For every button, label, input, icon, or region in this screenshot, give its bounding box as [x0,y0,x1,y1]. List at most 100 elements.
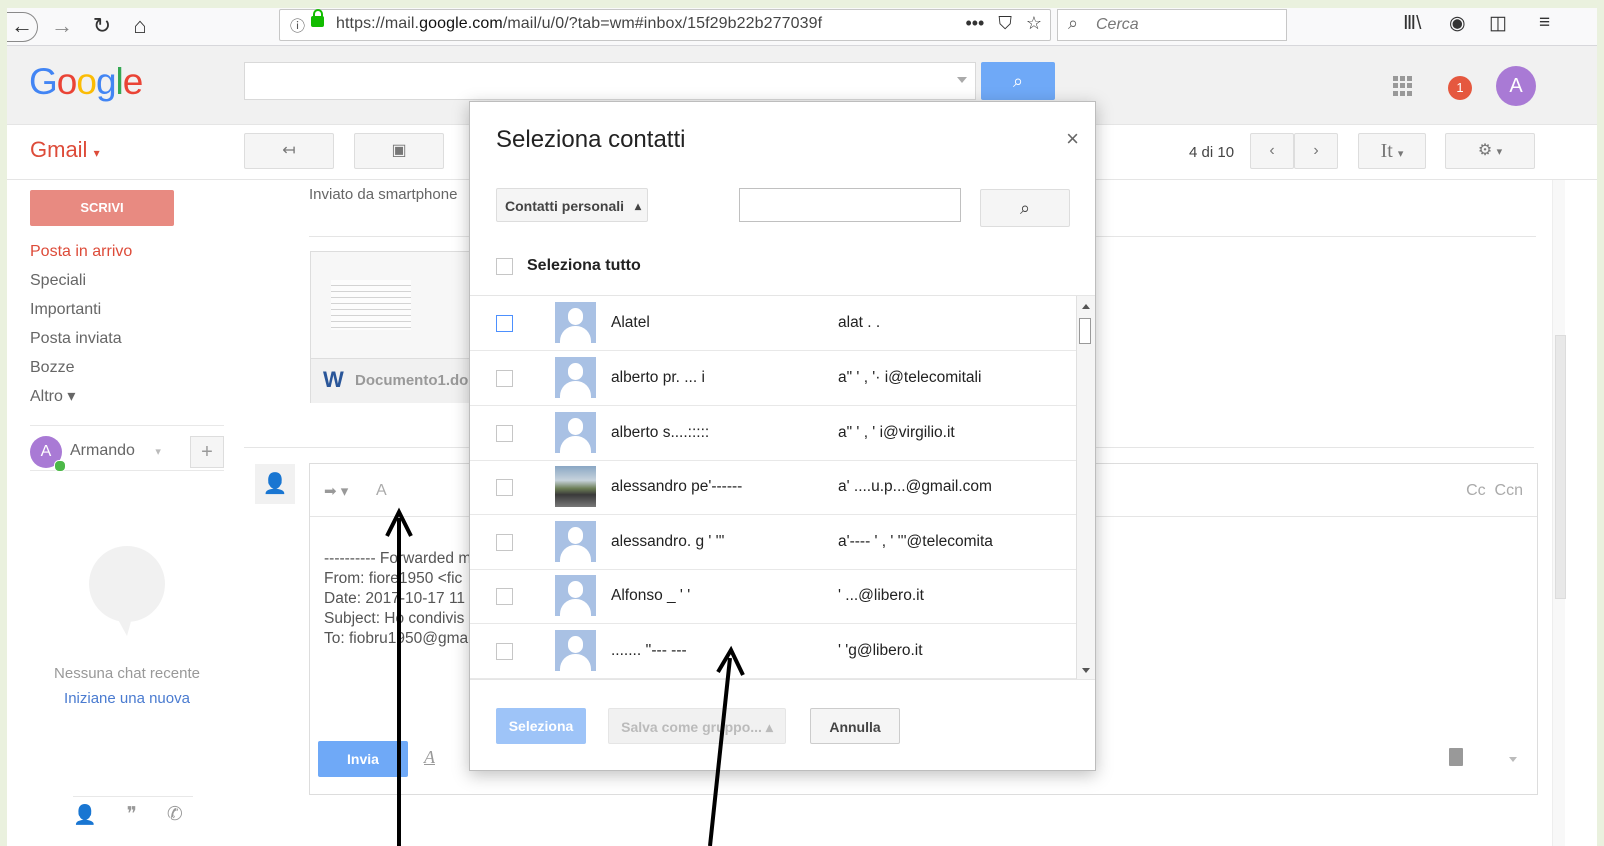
settings-button[interactable]: ⚙ ▾ [1445,133,1535,169]
new-chat-plus-button[interactable]: + [190,436,224,468]
mail-search-input[interactable] [244,62,976,100]
list-item[interactable]: Alatel alat . . [470,296,1076,351]
url-text: https://mail.google.com/mail/u/0/?tab=wm… [336,15,823,32]
contacts-icon[interactable]: 👤 [73,803,97,827]
compose-button[interactable]: SCRIVI [30,190,174,226]
start-new-chat-link[interactable]: Iniziane una nuova [47,690,207,707]
contact-checkbox[interactable] [496,425,513,442]
contact-email: a" ' , ' i@virgilio.it [838,424,955,441]
google-logo[interactable]: Google [29,61,143,103]
dialog-title: Seleziona contatti [496,126,686,153]
url-bar[interactable]: ⓘ https://mail.google.com/mail/u/0/?tab=… [279,9,1051,41]
search-options-caret-icon[interactable] [957,77,967,83]
forward-icon[interactable]: → [47,12,77,40]
contacts-scrollbar[interactable] [1076,296,1095,679]
library-icon[interactable]: Ⅲ\ [1403,12,1421,35]
extension-icon[interactable]: ◉ [1449,12,1466,35]
home-icon[interactable]: ⌂ [125,12,155,40]
cc-bcc-links[interactable]: Cc Ccn [1466,482,1523,500]
hangouts-icon[interactable]: ❞ [127,803,137,827]
to-field-label[interactable]: A [376,482,387,500]
browser-toolbar: ← → ↻ ⌂ ⓘ https://mail.google.com/mail/u… [7,8,1597,46]
list-item[interactable]: alberto pr. ... i a" ' , '· i@telecomita… [470,351,1076,406]
select-all-row[interactable]: Seleziona tutto [496,257,641,275]
save-as-group-button[interactable]: Salva come gruppo... ▴ [608,708,786,744]
menu-dots-icon[interactable]: ••• [965,13,984,34]
contact-avatar-icon [555,302,596,343]
updown-caret-icon: ▴ [634,199,641,213]
gear-icon: ⚙ [1477,142,1493,159]
more-options-caret-icon[interactable] [1509,757,1517,762]
back-to-inbox-button[interactable]: ↤ [244,133,334,169]
mail-search-button[interactable]: ⌕ [981,62,1055,100]
sender-avatar-icon: 👤 [255,464,295,504]
scroll-thumb[interactable] [1079,318,1091,344]
select-button[interactable]: Seleziona [496,708,586,744]
apps-grid-icon[interactable] [1393,76,1413,96]
info-icon[interactable]: ⓘ [290,15,305,36]
star-icon[interactable]: ☆ [1026,13,1042,34]
gmail-menu[interactable]: Gmail ▾ [30,137,100,163]
contact-checkbox[interactable] [496,588,513,605]
formatting-icon[interactable]: A [424,747,435,768]
contact-checkbox[interactable] [496,370,513,387]
attachment-card[interactable]: W Documento1.doc [310,251,482,403]
list-item[interactable]: ....... ''--- --- ' 'g@libero.it [470,624,1076,679]
forwarded-message-body[interactable]: ---------- Forwarded m From: fiore1950 <… [324,549,471,649]
archive-button[interactable]: ▣ [354,133,444,169]
online-status-icon [54,460,66,472]
contact-checkbox[interactable] [496,643,513,660]
hangouts-user[interactable]: A Armando ▾ + [30,425,224,472]
list-item[interactable]: alberto s....::::: a" ' , ' i@virgilio.i… [470,406,1076,461]
browser-search-field[interactable]: ⌕ Cerca [1057,9,1287,41]
contact-checkbox[interactable] [496,479,513,496]
contact-search-button[interactable]: ⌕ [980,189,1070,227]
hamburger-icon[interactable]: ≡ [1539,12,1550,34]
close-icon[interactable]: × [1066,126,1079,152]
contact-email: a' ....u.p...@gmail.com [838,478,992,495]
sidebar-item-drafts[interactable]: Bozze [30,356,132,385]
contact-source-select[interactable]: Contatti personali ▴ [496,188,648,222]
list-item[interactable]: Alfonso _ ' ' ' ...@libero.it [470,569,1076,624]
contact-photo [555,466,596,507]
page-scrollbar[interactable] [1552,180,1566,846]
contact-checkbox[interactable] [496,315,513,332]
newer-button[interactable]: ‹ [1250,133,1294,169]
phone-icon[interactable]: ✆ [167,803,183,827]
pocket-icon[interactable]: ⛉ [998,13,1012,34]
select-all-checkbox[interactable] [496,257,513,275]
send-button[interactable]: Invia [318,741,408,777]
screen: ← → ↻ ⌂ ⓘ https://mail.google.com/mail/u… [7,8,1597,846]
back-icon[interactable]: ← [7,12,38,42]
contacts-list: Alatel alat . . alberto pr. ... i a" ' ,… [470,295,1095,680]
sidebar-icon[interactable]: ◫ [1489,12,1507,35]
reply-type-arrow-icon[interactable]: ➡ ▾ [324,482,348,500]
sidebar-item-starred[interactable]: Speciali [30,269,132,298]
scroll-up-icon[interactable] [1082,304,1090,309]
dialog-footer: Seleziona Salva come gruppo... ▴ Annulla [470,702,1095,752]
sidebar-item-important[interactable]: Importanti [30,298,132,327]
attachment-preview [331,280,411,330]
contact-checkbox[interactable] [496,534,513,551]
sidebar-item-more[interactable]: Altro ▾ [30,385,132,414]
select-contacts-dialog: Seleziona contatti × Contatti personali ▴… [469,101,1096,771]
account-avatar[interactable]: A [1496,66,1536,106]
sidebar-item-sent[interactable]: Posta inviata [30,327,132,356]
scroll-down-icon[interactable] [1082,668,1090,673]
contact-search-input[interactable] [739,188,961,222]
chat-bubble-icon [89,546,165,636]
list-item[interactable]: alessandro pe'------ a' ....u.p...@gmail… [470,460,1076,515]
input-tools-button[interactable]: It ▾ [1358,133,1426,169]
search-icon: ⌕ [1019,198,1031,218]
contact-email: alat . . [838,314,881,331]
trash-icon[interactable] [1449,748,1463,766]
contact-avatar-icon [555,412,596,453]
no-recent-chat-text: Nessuna chat recente [54,665,200,682]
attachment-filename: Documento1.doc [355,372,477,389]
sidebar-item-inbox[interactable]: Posta in arrivo [30,240,132,269]
list-item[interactable]: alessandro. g ' ''' a'---- ' , ' '''@tel… [470,515,1076,570]
reload-icon[interactable]: ↻ [87,12,117,40]
older-button[interactable]: › [1294,133,1338,169]
cancel-button[interactable]: Annulla [810,708,900,744]
notifications-badge[interactable]: 1 [1448,76,1472,100]
